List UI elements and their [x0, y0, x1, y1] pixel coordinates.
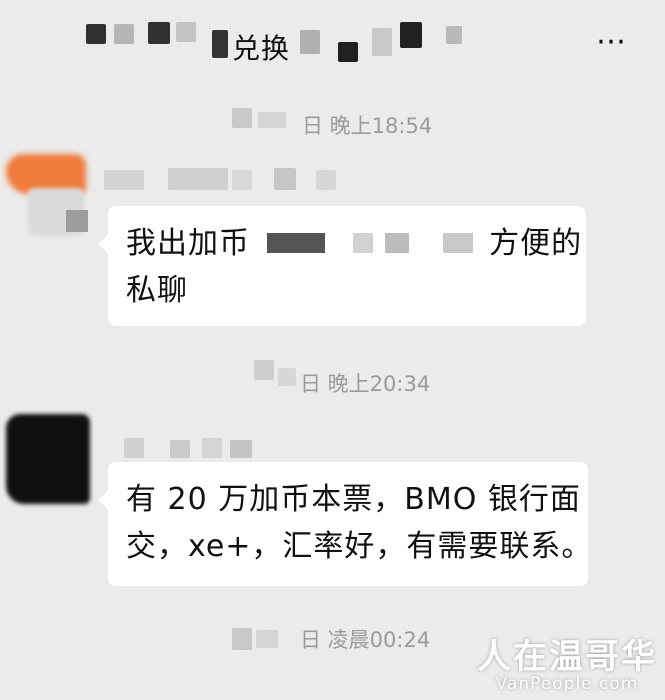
redacted-title-block — [300, 30, 320, 54]
message-bubble[interactable]: 我出加币 方便的 私聊 — [98, 206, 586, 326]
redacted-sender-name — [202, 438, 222, 458]
redacted-sender-name — [168, 168, 228, 190]
timestamp: 日 凌晨00:24 — [300, 628, 431, 652]
avatar[interactable] — [6, 414, 92, 506]
redacted-sender-name — [170, 440, 190, 458]
more-options-icon[interactable]: ⋯ — [596, 24, 628, 59]
watermark-logo: 人在温哥华 VanPeople.com — [477, 629, 657, 694]
avatar[interactable] — [6, 150, 92, 240]
redacted-date-block — [258, 112, 286, 128]
redacted-title-block — [86, 24, 106, 44]
redacted-date-block — [232, 108, 252, 128]
redacted-date-block — [232, 628, 252, 650]
redacted-sender-name — [124, 438, 144, 458]
watermark-url: VanPeople.com — [495, 674, 639, 694]
watermark-name: 人在温哥华 — [477, 637, 657, 677]
redacted-title-block — [372, 28, 392, 56]
redacted-sender-name — [232, 170, 252, 190]
redacted-sender-name — [274, 168, 296, 190]
redacted-title-block — [114, 24, 134, 44]
redacted-title-block — [338, 42, 358, 62]
message-line: 我出加币 方便的 — [126, 220, 581, 267]
redacted-title-block — [176, 22, 196, 42]
chat-header: 兑换 ⋯ — [0, 0, 665, 88]
message-text: 私聊 — [126, 273, 188, 308]
timestamp: 日 晚上18:54 — [302, 114, 433, 138]
redacted-title-block — [212, 30, 228, 58]
redacted-date-block — [254, 360, 274, 380]
redacted-title-block — [400, 22, 422, 48]
redacted-sender-name — [316, 170, 336, 190]
message-bubble[interactable]: 有 20 万加币本票，BMO 银行面 交，xe+，汇率好，有需要联系。 — [98, 462, 593, 586]
message-text: 有 20 万加币本票，BMO 银行面 — [126, 482, 581, 517]
redacted-title-block — [148, 22, 170, 44]
redacted-amount — [261, 227, 479, 257]
chat-title: 兑换 — [232, 32, 291, 65]
message-text: 交，xe+，汇率好，有需要联系。 — [126, 529, 593, 564]
redacted-date-block — [278, 368, 296, 386]
redacted-sender-name — [104, 170, 144, 190]
redacted-title-block — [446, 26, 462, 44]
message-text: 我出加币 — [126, 226, 250, 261]
timestamp: 日 晚上20:34 — [300, 372, 431, 396]
redacted-date-block — [256, 630, 278, 648]
redacted-sender-name — [230, 440, 252, 458]
message-text: 方便的 — [489, 226, 583, 261]
